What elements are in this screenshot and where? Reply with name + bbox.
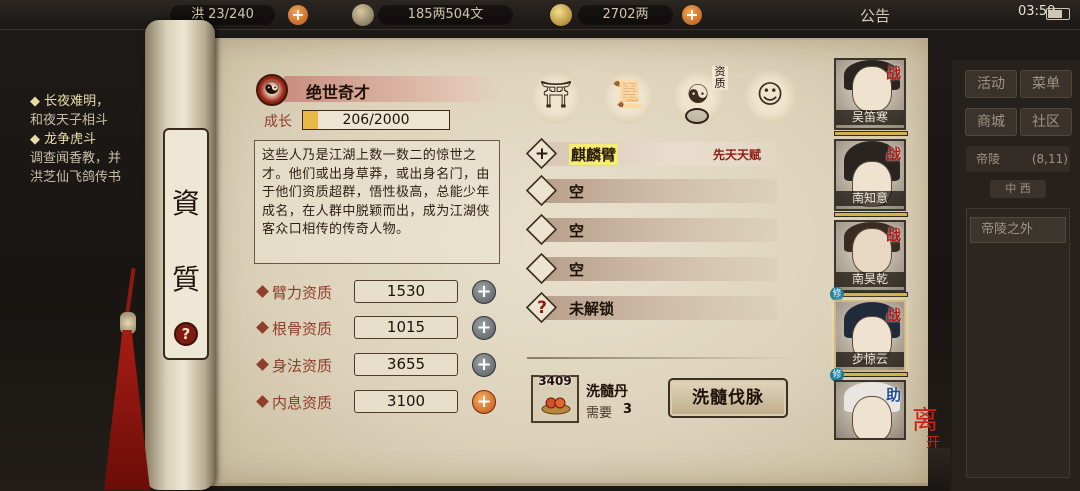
body-meridian-icon[interactable]: ☺ (744, 70, 796, 124)
marrow-pill-slot[interactable]: 3409 (531, 374, 579, 423)
talent-description: 这些人乃是江湖上数一数二的惊世之才。他们或出身草莽，或出身名门，由于他们资质超群… (254, 140, 500, 264)
attribute-value: 3100 (354, 390, 458, 413)
growth-progress-bar: 206/2000 (302, 110, 450, 130)
talent-name: 绝世奇才 (306, 83, 371, 102)
skill-tag: 先天天赋 (713, 148, 762, 162)
community-button[interactable]: 社区 (1020, 108, 1072, 136)
skill-slot[interactable]: 空 (525, 213, 777, 246)
location-name: 帝陵 (976, 152, 1001, 166)
attribute-value: 1015 (354, 316, 458, 339)
pill-name: 洗髓丹 (586, 384, 628, 400)
resource1-add-button[interactable]: + (288, 5, 308, 25)
title-char: 資 (171, 187, 200, 220)
silver-add-button[interactable]: + (682, 5, 702, 25)
plus-button-orange[interactable]: + (472, 390, 496, 414)
skill-slot[interactable]: ? 未解锁 (525, 291, 777, 324)
hp-bar (834, 292, 908, 297)
scroll-icon[interactable]: 📜 (602, 70, 654, 124)
cultivation-badge: 修 (830, 287, 844, 301)
divider (527, 357, 797, 359)
question-icon: ? (537, 298, 547, 318)
skill-name: 空 (569, 222, 585, 240)
location-list (966, 208, 1070, 478)
growth-value: 206/2000 (342, 112, 410, 128)
leave-button[interactable]: 离 开 (912, 408, 946, 456)
plus-button-gray[interactable]: + (472, 353, 496, 377)
silver-ingot-icon (550, 4, 572, 26)
assist-badge: 助 (886, 386, 902, 404)
battle-badge: 战 (886, 226, 902, 244)
quest-line: 洪芝仙飞鸽传书 (30, 170, 122, 185)
copper-coin-icon (352, 4, 374, 26)
skill-name: 空 (569, 261, 585, 279)
attribute-label: 根骨资质 (272, 320, 333, 338)
notice-button[interactable]: 公告 (860, 5, 890, 26)
growth-label: 成长 (264, 114, 292, 130)
attribute-label: 身法资质 (272, 357, 333, 375)
skill-name: 空 (569, 183, 585, 201)
menu-button[interactable]: 菜单 (1020, 70, 1072, 98)
quest-line: ◆ 龙争虎斗 (30, 132, 97, 147)
attribute-label: 内息资质 (272, 394, 333, 412)
location-list-item[interactable]: 帝陵之外 (970, 217, 1066, 243)
battle-badge: 战 (886, 145, 902, 163)
copper-value: 185两504文 (378, 5, 513, 25)
skill-slot[interactable]: 空 (525, 174, 777, 207)
battle-badge: 战 (886, 64, 902, 82)
tab-aptitude-label: 资质 (712, 66, 728, 90)
quest-line: 调查闻香教，并 (30, 151, 122, 166)
plus-button-gray[interactable]: + (472, 280, 496, 304)
pill-plate-icon (541, 397, 571, 415)
party-member-name: 步惊云 (836, 352, 904, 367)
skill-slot[interactable]: + 麒麟臂 先天天赋 (525, 137, 777, 170)
battle-badge: 战 (886, 306, 902, 324)
activity-button[interactable]: 活动 (965, 70, 1017, 98)
skill-name: 未解锁 (569, 300, 615, 318)
leave-label: 开 (926, 435, 940, 451)
attribute-label: 臂力资质 (272, 284, 333, 302)
pill-count: 3409 (538, 374, 572, 388)
help-question-icon[interactable]: ? (174, 322, 198, 346)
skill-slot[interactable]: 空 (525, 252, 777, 285)
hp-bar (834, 212, 908, 217)
hp-bar (834, 372, 908, 377)
attribute-value: 3655 (354, 353, 458, 376)
title-char: 質 (171, 263, 200, 296)
quest-line: ◆ 长夜难明， (30, 94, 110, 109)
silver-value: 2702两 (578, 5, 673, 25)
yin-yang-icon (256, 74, 288, 106)
shop-button[interactable]: 商城 (965, 108, 1017, 136)
plus-icon: + (534, 144, 550, 164)
party-member-name: 南知意 (836, 191, 904, 206)
location-tag[interactable]: 中 西 (990, 180, 1046, 198)
party-member-name: 吴笛寒 (836, 110, 904, 125)
hat-icon[interactable]: ⛩ (530, 70, 582, 124)
quest-line: 和夜天子相斗 (30, 113, 109, 128)
marrow-cleanse-button[interactable]: 洗髓伐脉 (668, 378, 788, 418)
skill-name: 麒麟臂 (569, 144, 619, 165)
attribute-value: 1530 (354, 280, 458, 303)
quest-log[interactable]: ◆ 长夜难明， 和夜天子相斗 ◆ 龙争虎斗 调查闻香教，并 洪芝仙飞鸽传书 (30, 92, 160, 187)
battery-icon (1046, 8, 1070, 20)
location-label: 帝陵 (8,11) (966, 146, 1070, 172)
party-member-name: 南昊乾 (836, 272, 904, 287)
pill-need-value: 3 (623, 402, 633, 417)
resource1-value: 23/240 (208, 7, 254, 22)
pill-need-label: 需要 (586, 406, 613, 421)
location-coords: (8,11) (1031, 152, 1068, 166)
plus-button-gray[interactable]: + (472, 316, 496, 340)
hp-bar (834, 131, 908, 136)
